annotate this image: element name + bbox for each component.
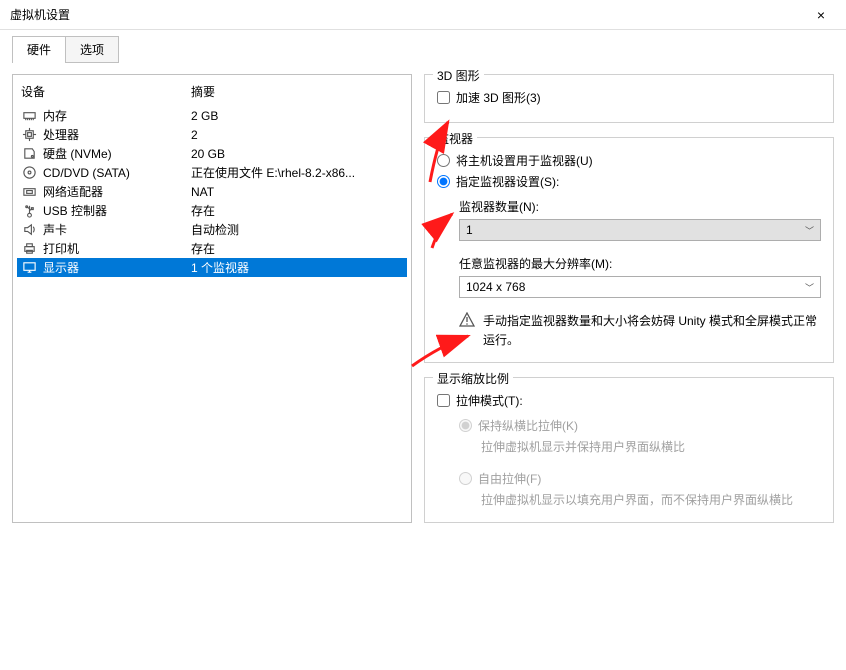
cpu-icon xyxy=(21,127,37,143)
monitor-warning-text: 手动指定监视器数量和大小将会妨碍 Unity 模式和全屏模式正常运行。 xyxy=(483,312,821,350)
group-title-3d: 3D 图形 xyxy=(433,67,484,84)
device-summary: 自动检测 xyxy=(191,221,403,238)
device-name: USB 控制器 xyxy=(43,202,107,219)
device-summary: 存在 xyxy=(191,202,403,219)
maxres-value: 1024 x 768 xyxy=(466,280,525,294)
table-header: 设备 摘要 xyxy=(17,81,407,106)
device-summary: 20 GB xyxy=(191,147,403,161)
table-row[interactable]: CD/DVD (SATA) 正在使用文件 E:\rhel-8.2-x86... xyxy=(17,163,407,182)
free-stretch-label: 自由拉伸(F) xyxy=(478,470,541,487)
group-title-scale: 显示缩放比例 xyxy=(433,370,513,387)
device-name: 硬盘 (NVMe) xyxy=(43,145,112,162)
radio-use-host[interactable]: 将主机设置用于监视器(U) xyxy=(437,152,821,169)
free-stretch-radio xyxy=(459,472,472,485)
window-title: 虚拟机设置 xyxy=(10,6,70,23)
monitor-count-value: 1 xyxy=(466,223,473,237)
monitor-count-label: 监视器数量(N): xyxy=(459,198,821,215)
group-display-scale: 显示缩放比例 拉伸模式(T): 保持纵横比拉伸(K) 拉伸虚拟机显示并保持用户界… xyxy=(424,377,834,522)
radio-specify[interactable]: 指定监视器设置(S): xyxy=(437,173,821,190)
table-row[interactable]: 声卡 自动检测 xyxy=(17,220,407,239)
table-row[interactable]: 网络适配器 NAT xyxy=(17,182,407,201)
radio-keep-ratio: 保持纵横比拉伸(K) xyxy=(459,417,821,434)
device-name: 显示器 xyxy=(43,259,79,276)
table-row[interactable]: 显示器 1 个监视器 xyxy=(17,258,407,277)
specify-label: 指定监视器设置(S): xyxy=(456,173,559,190)
memory-icon xyxy=(21,108,37,124)
maxres-label: 任意监视器的最大分辨率(M): xyxy=(459,255,821,272)
accel-3d-label: 加速 3D 图形(3) xyxy=(456,89,541,106)
tab-options[interactable]: 选项 xyxy=(65,36,119,63)
accel-3d-checkbox[interactable] xyxy=(437,91,450,104)
table-row[interactable]: 内存 2 GB xyxy=(17,106,407,125)
sound-icon xyxy=(21,222,37,238)
device-summary: 存在 xyxy=(191,240,403,257)
device-summary: 2 xyxy=(191,128,403,142)
radio-free-stretch: 自由拉伸(F) xyxy=(459,470,821,487)
device-summary: NAT xyxy=(191,185,403,199)
warning-icon xyxy=(459,312,475,350)
header-device: 设备 xyxy=(21,83,191,100)
device-name: 内存 xyxy=(43,107,67,124)
group-title-monitors: 监视器 xyxy=(433,130,477,147)
table-row[interactable]: USB 控制器 存在 xyxy=(17,201,407,220)
header-summary: 摘要 xyxy=(191,83,403,100)
close-icon[interactable]: × xyxy=(806,7,836,23)
display-icon xyxy=(21,260,37,276)
use-host-label: 将主机设置用于监视器(U) xyxy=(456,152,593,169)
usb-icon xyxy=(21,203,37,219)
stretch-mode-label: 拉伸模式(T): xyxy=(456,392,523,409)
table-row[interactable]: 处理器 2 xyxy=(17,125,407,144)
printer-icon xyxy=(21,241,37,257)
checkbox-accel-3d[interactable]: 加速 3D 图形(3) xyxy=(437,89,821,106)
chevron-down-icon: ﹀ xyxy=(805,224,814,237)
device-summary: 2 GB xyxy=(191,109,403,123)
table-row[interactable]: 硬盘 (NVMe) 20 GB xyxy=(17,144,407,163)
device-name: 打印机 xyxy=(43,240,79,257)
device-name: 处理器 xyxy=(43,126,79,143)
cd-icon xyxy=(21,165,37,181)
monitor-count-select[interactable]: 1 ﹀ xyxy=(459,219,821,241)
keep-ratio-label: 保持纵横比拉伸(K) xyxy=(478,417,578,434)
group-3d-graphics: 3D 图形 加速 3D 图形(3) xyxy=(424,74,834,123)
use-host-radio[interactable] xyxy=(437,154,450,167)
device-summary: 正在使用文件 E:\rhel-8.2-x86... xyxy=(191,164,403,181)
net-icon xyxy=(21,184,37,200)
disk-icon xyxy=(21,146,37,162)
device-summary: 1 个监视器 xyxy=(191,259,403,276)
tab-hardware[interactable]: 硬件 xyxy=(12,36,66,63)
table-row[interactable]: 打印机 存在 xyxy=(17,239,407,258)
maxres-select[interactable]: 1024 x 768 ﹀ xyxy=(459,276,821,298)
keep-ratio-radio xyxy=(459,419,472,432)
free-stretch-desc: 拉伸虚拟机显示以填充用户界面，而不保持用户界面纵横比 xyxy=(481,491,821,510)
device-table: 设备 摘要 内存 2 GB 处理器 2 硬盘 (NVMe) 20 GB CD/DVD (SA… xyxy=(12,74,412,523)
checkbox-stretch-mode[interactable]: 拉伸模式(T): xyxy=(437,392,821,409)
stretch-mode-checkbox[interactable] xyxy=(437,394,450,407)
device-name: 网络适配器 xyxy=(43,183,103,200)
chevron-down-icon: ﹀ xyxy=(805,281,814,294)
device-name: 声卡 xyxy=(43,221,67,238)
device-name: CD/DVD (SATA) xyxy=(43,166,130,180)
keep-ratio-desc: 拉伸虚拟机显示并保持用户界面纵横比 xyxy=(481,438,821,457)
group-monitors: 监视器 将主机设置用于监视器(U) 指定监视器设置(S): 监视器数量(N): … xyxy=(424,137,834,363)
specify-radio[interactable] xyxy=(437,175,450,188)
